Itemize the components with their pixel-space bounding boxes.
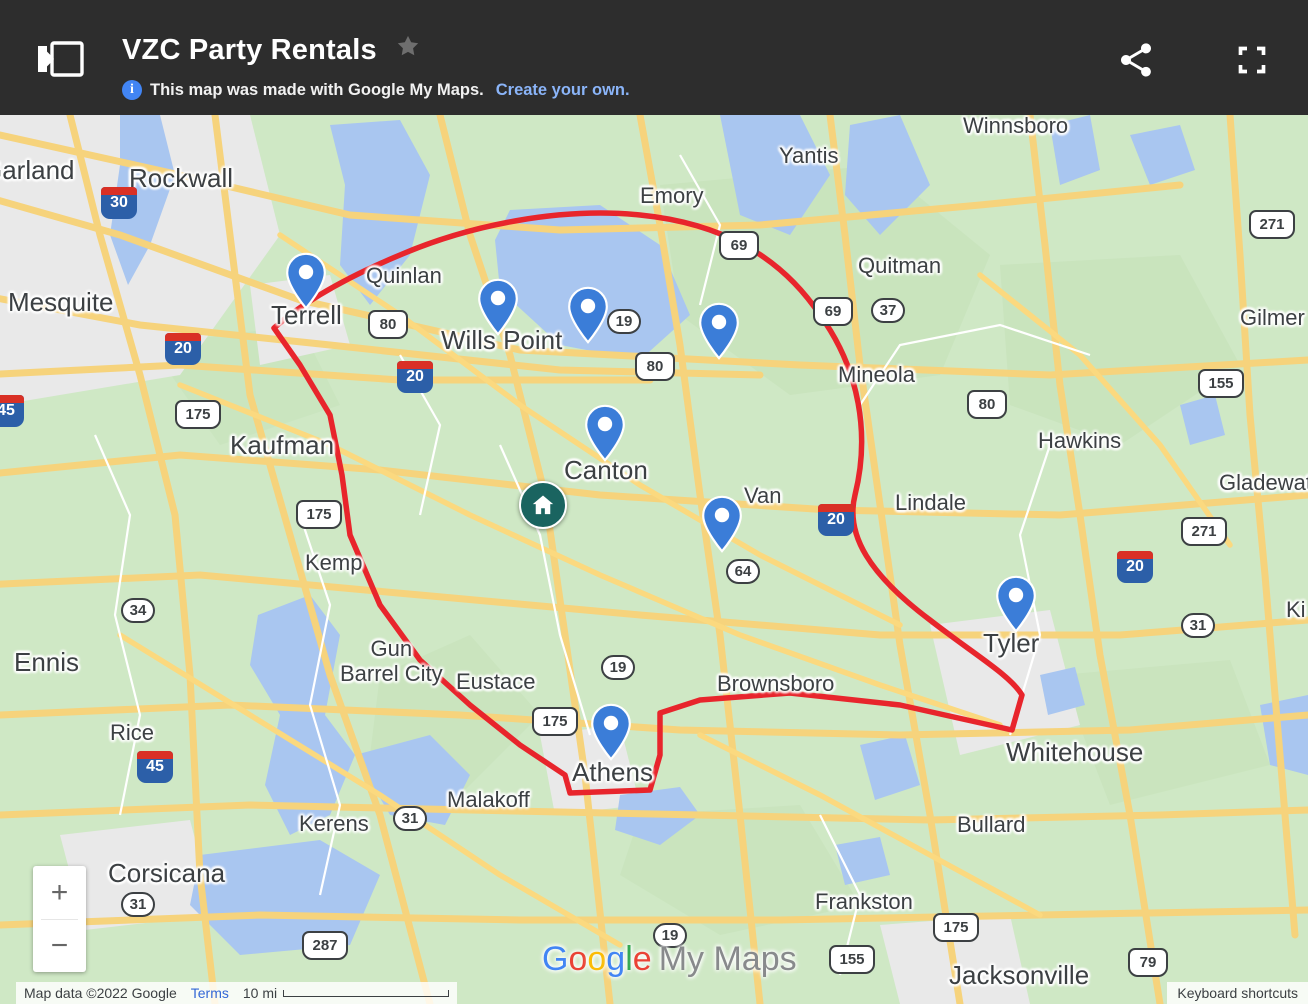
home-base-marker[interactable] [519,481,567,529]
made-with-notice: i This map was made with Google My Maps.… [122,80,630,100]
terms-link[interactable]: Terms [191,985,229,1001]
location-pin-canton[interactable] [583,404,627,462]
made-with-text: This map was made with Google My Maps. [150,80,484,99]
location-pin-athens[interactable] [589,703,633,761]
location-pin-grandsaline[interactable] [566,286,610,344]
map-graphics: .road-major{stroke:#f6d37c;stroke-width:… [0,115,1308,1004]
title-block: VZC Party Rentals [122,30,421,70]
location-pin-willspoint[interactable] [476,278,520,336]
location-pin-tyler[interactable] [994,575,1038,633]
expand-panel-icon[interactable] [38,40,84,78]
location-pin-terrell[interactable] [284,252,328,310]
star-icon[interactable] [395,33,421,64]
info-icon: i [122,80,142,100]
create-your-own-link[interactable]: Create your own. [496,81,630,100]
zoom-out-button[interactable]: − [33,919,86,972]
share-icon[interactable] [1116,40,1156,80]
page-title: VZC Party Rentals [122,34,377,66]
zoom-in-button[interactable]: + [33,866,86,919]
location-pin-mineola[interactable] [697,302,741,360]
google-my-maps-embed: VZC Party Rentals i This map was made wi… [0,0,1308,1004]
home-icon [532,495,554,515]
map-header-bar: VZC Party Rentals i This map was made wi… [0,0,1308,115]
zoom-controls: + − [33,866,86,972]
map-canvas[interactable]: .road-major{stroke:#f6d37c;stroke-width:… [0,115,1308,1004]
location-pin-van[interactable] [700,495,744,553]
divider [41,919,78,920]
fullscreen-icon[interactable] [1232,40,1272,80]
